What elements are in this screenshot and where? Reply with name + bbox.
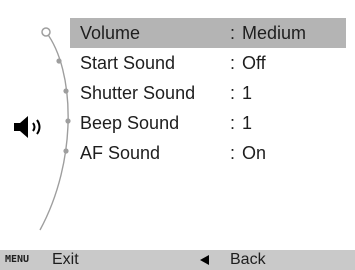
- menu-item-shutter-sound[interactable]: Shutter Sound : 1: [70, 78, 346, 108]
- exit-label[interactable]: Exit: [52, 250, 79, 270]
- menu-item-separator: :: [230, 113, 236, 133]
- menu-item-value: Medium: [242, 23, 307, 43]
- menu-item-separator: :: [230, 23, 236, 43]
- menu-item-separator: :: [230, 53, 236, 73]
- menu-item-af-sound[interactable]: AF Sound : On: [70, 138, 346, 168]
- arc-marker-active: [41, 27, 51, 37]
- sound-settings-screen: Volume : Medium Start Sound : Off Shutte…: [0, 0, 355, 270]
- menu-item-label: Volume: [80, 23, 141, 43]
- left-arrow-icon[interactable]: [200, 255, 209, 265]
- menu-item-separator: :: [230, 143, 236, 163]
- bottom-button-bar: MENU Exit Back: [0, 250, 355, 270]
- menu-item-separator: :: [230, 83, 236, 103]
- arc-marker: [56, 58, 62, 64]
- arc-marker: [63, 88, 69, 94]
- menu-item-beep-sound[interactable]: Beep Sound : 1: [70, 108, 346, 138]
- menu-item-volume[interactable]: Volume : Medium: [70, 18, 346, 48]
- arc-marker: [63, 148, 69, 154]
- menu-item-label: Shutter Sound: [80, 83, 196, 103]
- sound-menu-list: Volume : Medium Start Sound : Off Shutte…: [70, 18, 346, 168]
- speaker-icon: [14, 116, 41, 138]
- menu-item-label: Start Sound: [80, 53, 176, 73]
- menu-item-label: AF Sound: [80, 143, 161, 163]
- menu-item-value: 1: [242, 83, 253, 103]
- menu-item-value: 1: [242, 113, 253, 133]
- menu-item-value: On: [242, 143, 267, 163]
- menu-item-value: Off: [242, 53, 266, 73]
- back-label[interactable]: Back: [230, 250, 266, 270]
- menu-button-key[interactable]: MENU: [5, 250, 29, 270]
- menu-item-start-sound[interactable]: Start Sound : Off: [70, 48, 346, 78]
- menu-item-label: Beep Sound: [80, 113, 180, 133]
